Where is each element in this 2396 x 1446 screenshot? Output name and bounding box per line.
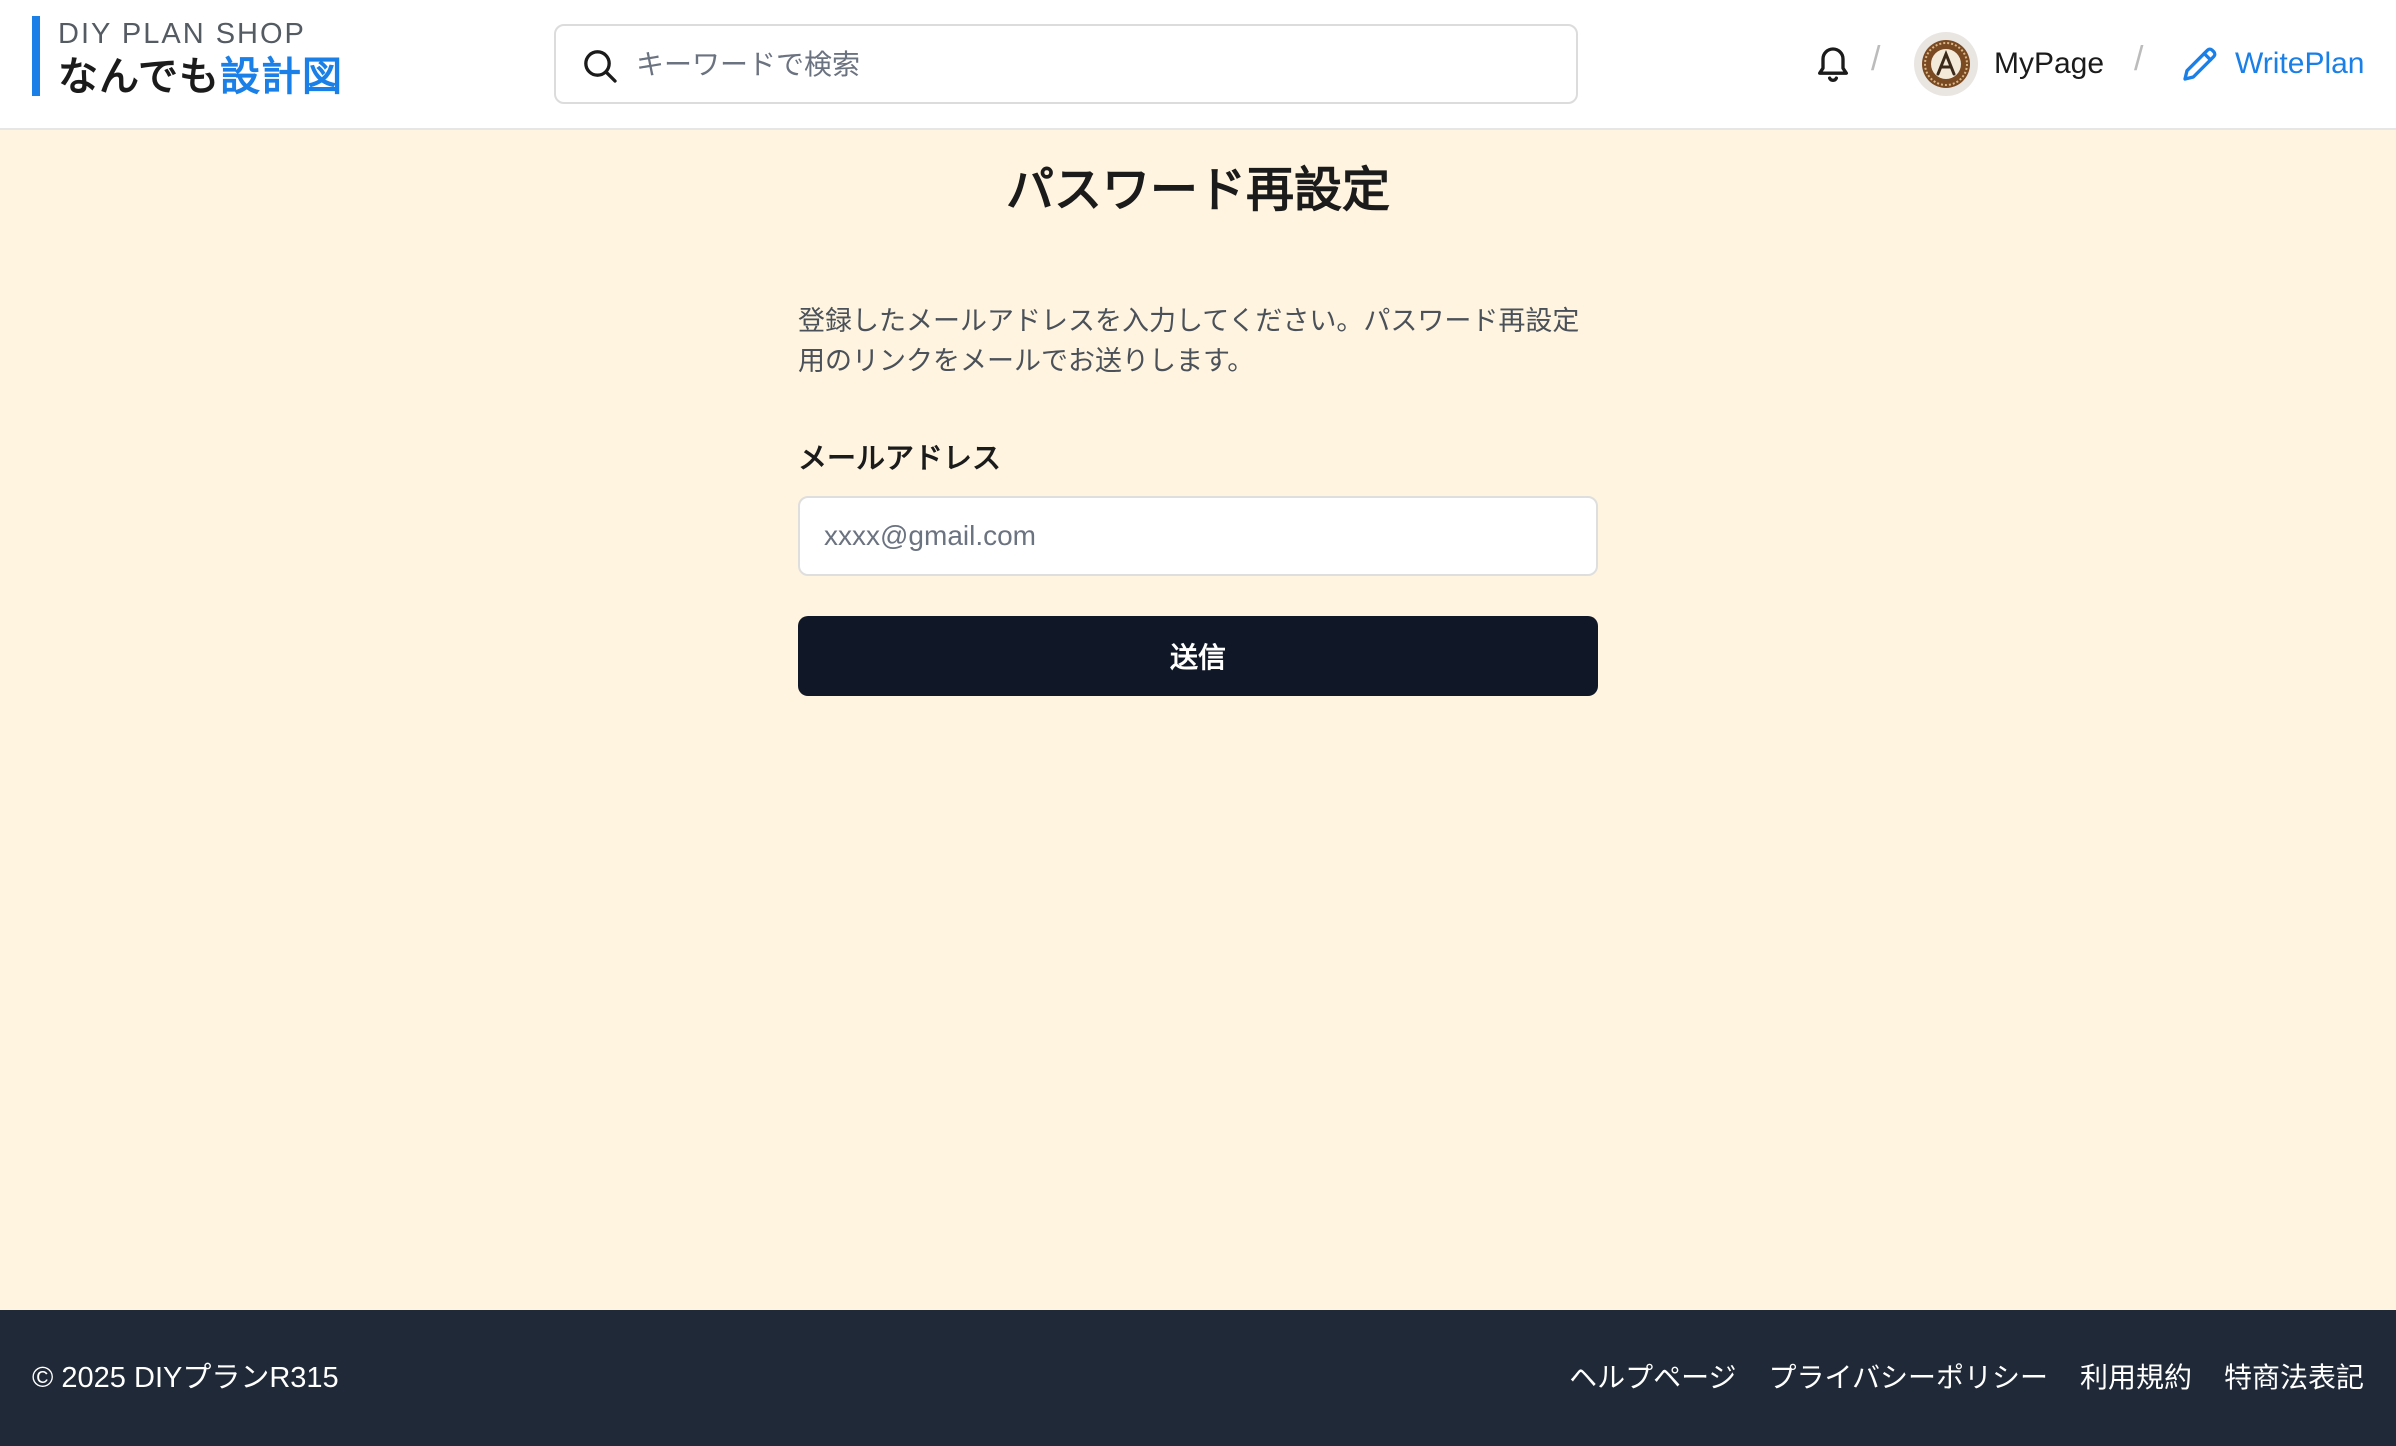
site-logo[interactable]: DIY PLAN SHOP なんでも設計図 <box>32 16 343 100</box>
search-input[interactable] <box>636 36 1556 92</box>
footer-link-help[interactable]: ヘルプページ <box>1569 1358 1736 1398</box>
pencil-icon[interactable] <box>2180 44 2220 84</box>
page-title: パスワード再設定 <box>1005 162 1390 218</box>
site-footer: © 2025 DIYプランR315 ヘルプページ プライバシーポリシー 利用規約… <box>0 1310 2396 1446</box>
logo-title-part1: なんでも <box>58 54 220 100</box>
search-box[interactable] <box>554 24 1578 104</box>
email-label: メールアドレス <box>798 441 1002 475</box>
bell-icon[interactable] <box>1813 42 1853 86</box>
submit-button[interactable]: 送信 <box>798 616 1598 696</box>
footer-link-privacy[interactable]: プライバシーポリシー <box>1769 1358 2048 1398</box>
nav-separator: / <box>1871 40 1881 78</box>
nav-separator: / <box>2134 40 2144 78</box>
avatar-emblem-icon <box>1922 40 1970 88</box>
logo-title: なんでも設計図 <box>58 52 343 102</box>
mypage-link[interactable]: MyPage <box>1994 44 2104 84</box>
footer-link-terms[interactable]: 利用規約 <box>2080 1358 2192 1398</box>
search-icon <box>584 50 617 83</box>
avatar[interactable] <box>1914 32 1978 96</box>
form-description: 登録したメールアドレスを入力してください。パスワード再設定用のリンクをメールでお… <box>798 306 1580 377</box>
footer-nav: ヘルプページ プライバシーポリシー 利用規約 特商法表記 <box>1569 1358 2364 1398</box>
site-header: DIY PLAN SHOP なんでも設計図 / MyPage / WritePl… <box>0 0 2396 130</box>
copyright-text: © 2025 DIYプランR315 <box>32 1362 339 1394</box>
logo-title-part2: 設計図 <box>220 54 343 100</box>
email-field[interactable] <box>798 496 1598 576</box>
footer-link-legal[interactable]: 特商法表記 <box>2224 1358 2364 1398</box>
logo-tagline: DIY PLAN SHOP <box>58 18 306 50</box>
writeplan-link[interactable]: WritePlan <box>2235 44 2365 84</box>
